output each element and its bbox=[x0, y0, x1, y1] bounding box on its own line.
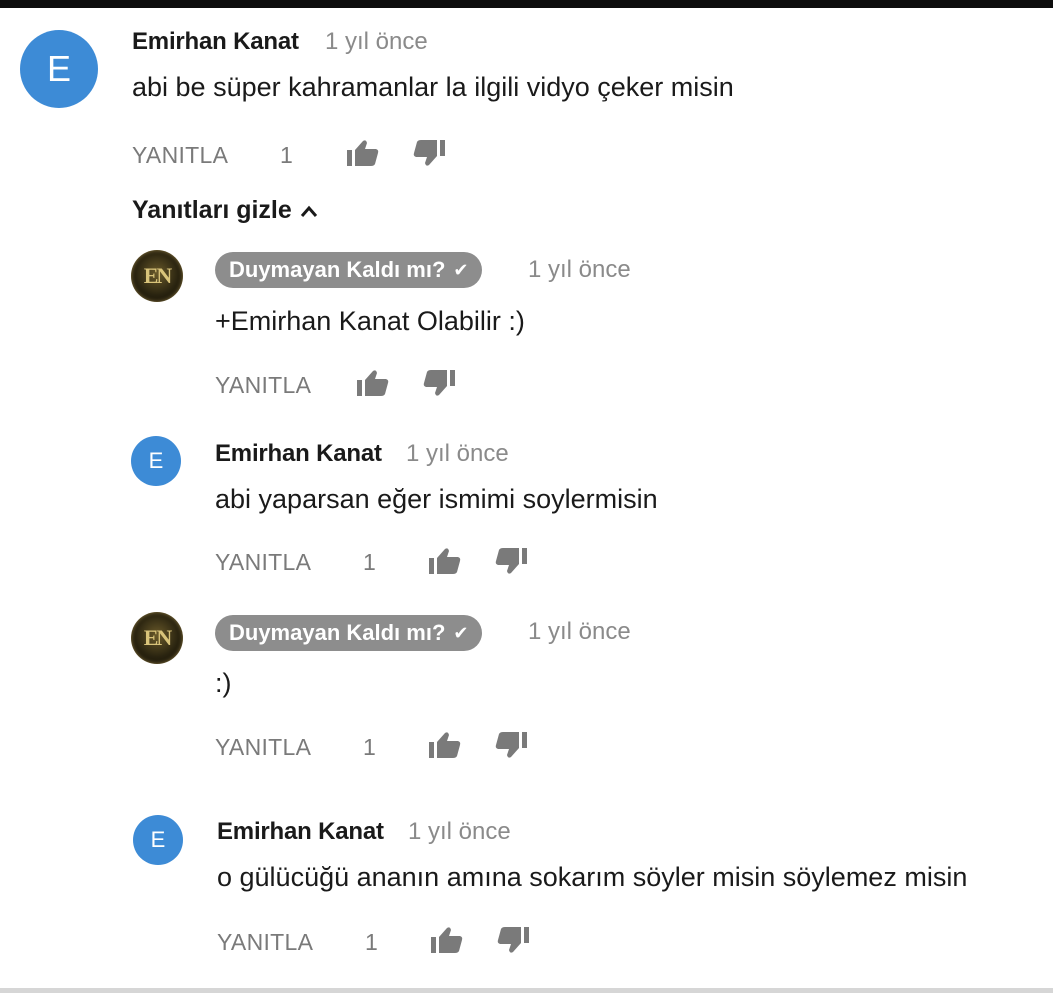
comment-author[interactable]: Emirhan Kanat bbox=[132, 28, 299, 56]
like-count: 1 bbox=[363, 734, 376, 760]
thumbs-down-icon[interactable] bbox=[422, 368, 456, 398]
channel-logo-avatar[interactable]: EN bbox=[131, 612, 183, 664]
reply-button[interactable]: YANITLA bbox=[132, 142, 228, 169]
like-count: 1 bbox=[363, 549, 376, 575]
comment-text: :) bbox=[215, 668, 232, 698]
thumbs-down-icon[interactable] bbox=[412, 138, 446, 168]
comment-text: o gülücüğü ananın amına sokarım söyler m… bbox=[217, 862, 968, 892]
comment-author[interactable]: Emirhan Kanat bbox=[217, 818, 384, 846]
channel-logo-avatar[interactable]: EN bbox=[131, 250, 183, 302]
thumbs-up-icon[interactable] bbox=[356, 368, 390, 398]
channel-owner-chip[interactable]: Duymayan Kaldı mı? ✔ bbox=[215, 252, 483, 288]
comment-time[interactable]: 1 yıl önce bbox=[408, 818, 511, 846]
comment-author: Duymayan Kaldı mı? bbox=[229, 620, 446, 645]
hide-replies-toggle[interactable]: Yanıtları gizle bbox=[132, 196, 318, 225]
thumbs-up-icon[interactable] bbox=[428, 730, 462, 760]
comment-text: abi yaparsan eğer ismimi soylermisin bbox=[215, 484, 658, 514]
avatar[interactable]: E bbox=[20, 30, 98, 108]
verified-check-icon: ✔ bbox=[453, 622, 469, 643]
thumbs-up-icon[interactable] bbox=[346, 138, 380, 168]
comment-text: +Emirhan Kanat Olabilir :) bbox=[215, 306, 525, 336]
avatar[interactable]: E bbox=[133, 815, 183, 865]
top-bar bbox=[0, 0, 1053, 8]
channel-owner-chip[interactable]: Duymayan Kaldı mı? ✔ bbox=[215, 615, 483, 651]
comment-text: abi be süper kahramanlar la ilgili vidyo… bbox=[132, 72, 734, 102]
avatar[interactable]: E bbox=[131, 436, 181, 486]
reply-button[interactable]: YANITLA bbox=[217, 929, 313, 956]
like-count: 1 bbox=[280, 142, 293, 168]
reply-button[interactable]: YANITLA bbox=[215, 734, 311, 761]
thumbs-up-icon[interactable] bbox=[430, 925, 464, 955]
bottom-divider bbox=[0, 988, 1053, 993]
reply-button[interactable]: YANITLA bbox=[215, 372, 311, 399]
comment-time[interactable]: 1 yıl önce bbox=[528, 618, 631, 646]
thumbs-down-icon[interactable] bbox=[496, 925, 530, 955]
comment-time[interactable]: 1 yıl önce bbox=[325, 28, 428, 56]
thumbs-down-icon[interactable] bbox=[494, 730, 528, 760]
comment-author[interactable]: Emirhan Kanat bbox=[215, 440, 382, 468]
thumbs-down-icon[interactable] bbox=[494, 546, 528, 576]
thumbs-up-icon[interactable] bbox=[428, 546, 462, 576]
comment-time[interactable]: 1 yıl önce bbox=[528, 256, 631, 284]
hide-replies-label: Yanıtları gizle bbox=[132, 196, 292, 224]
like-count: 1 bbox=[365, 929, 378, 955]
comment-author: Duymayan Kaldı mı? bbox=[229, 257, 446, 282]
reply-button[interactable]: YANITLA bbox=[215, 549, 311, 576]
comment-time[interactable]: 1 yıl önce bbox=[406, 440, 509, 468]
verified-check-icon: ✔ bbox=[453, 259, 469, 280]
chevron-up-icon bbox=[300, 205, 317, 217]
